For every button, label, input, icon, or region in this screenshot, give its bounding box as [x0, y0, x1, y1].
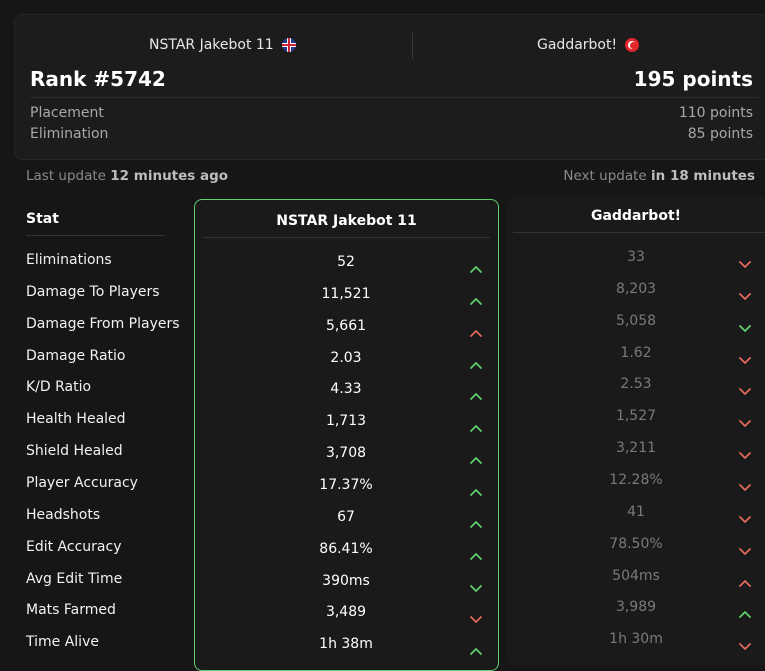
chevron-up-icon: [470, 482, 482, 496]
player2-stats-column: Gaddarbot! 33 8,203 5,058 1.62 2.53 1,527 3,21…: [507, 196, 765, 666]
player2-name: Gaddarbot!: [537, 37, 618, 53]
stat-label: Damage From Players: [26, 315, 180, 332]
player2-stat-value: 1h 30m: [609, 631, 663, 648]
chevron-down-icon: [739, 381, 751, 396]
player1-team: NSTAR Jakebot 11: [149, 37, 296, 53]
chevron-up-icon: [470, 259, 482, 273]
chevron-down-icon: [739, 445, 751, 459]
last-update-value: 12 minutes ago: [110, 168, 229, 184]
player1-stat-value: 3,489: [325, 604, 367, 621]
stat-label: Avg Edit Time: [26, 570, 123, 587]
stat-label: Mats Farmed: [26, 602, 116, 619]
player1-column-title: NSTAR Jakebot 11: [276, 213, 417, 229]
turkey-flag-icon: [625, 38, 640, 52]
player1-stat-value: 390ms: [322, 572, 370, 589]
chevron-up-icon: [470, 386, 482, 401]
next-update-prefix: Next update: [563, 168, 651, 184]
chevron-down-icon: [739, 350, 751, 364]
chevron-up-icon: [470, 355, 482, 369]
rank-label: Rank #5742: [30, 67, 166, 91]
chevron-down-icon: [470, 609, 482, 624]
player1-stat-value: 52: [337, 254, 355, 270]
stat-label: Time Alive: [26, 634, 99, 651]
player2-team: Gaddarbot!: [537, 37, 640, 53]
player1-stat-value: 86.41%: [319, 540, 373, 557]
player1-stat-value: 3,708: [325, 445, 367, 462]
player1-stat-value: 17.37%: [319, 476, 373, 493]
chevron-down-icon: [739, 286, 751, 300]
player1-stat-value: 1,713: [325, 413, 367, 430]
stat-label: Edit Accuracy: [26, 538, 122, 555]
last-update: Last update 12 minutes ago: [26, 168, 228, 184]
next-update: Next update in 18 minutes: [563, 168, 755, 184]
stat-header-divider: [26, 235, 165, 236]
chevron-up-icon: [470, 450, 482, 464]
comparison-summary-card: NSTAR Jakebot 11 Gaddarbot! Rank #5742 1…: [14, 14, 765, 160]
stat-label: Health Healed: [26, 411, 126, 428]
chevron-down-icon: [739, 413, 751, 428]
stat-label: Eliminations: [26, 252, 112, 268]
placement-label: Placement: [30, 105, 104, 121]
stat-column-header: Stat: [26, 211, 59, 227]
chevron-up-icon: [470, 641, 482, 656]
player1-stat-value: 1h 38m: [319, 636, 373, 653]
chevron-down-icon: [739, 541, 751, 555]
player1-column-divider: [203, 237, 490, 238]
player2-stat-value: 3,989: [615, 599, 657, 616]
elimination-label: Elimination: [30, 126, 109, 142]
summary-divider: [30, 97, 759, 98]
chevron-down-icon: [739, 509, 751, 523]
placement-value: 110 points: [678, 105, 753, 121]
stat-label: K/D Ratio: [26, 379, 92, 396]
stat-label: Player Accuracy: [26, 474, 138, 491]
player2-stat-value: 1,527: [615, 408, 657, 425]
player2-stat-value: 12.28%: [609, 471, 663, 488]
player1-stat-value: 5,661: [325, 317, 367, 334]
team-divider: [412, 33, 413, 59]
chevron-down-icon: [739, 636, 751, 651]
chevron-up-icon: [739, 604, 751, 619]
stat-label: Damage Ratio: [26, 347, 126, 364]
placement-row: Placement 110 points: [30, 105, 753, 121]
player2-column-title: Gaddarbot!: [590, 208, 682, 224]
player2-column-divider: [513, 232, 765, 233]
player1-stats-column: NSTAR Jakebot 11 52 11,521 5,661 2.03 4.33 1,…: [194, 199, 499, 671]
elimination-row: Elimination 85 points: [30, 126, 753, 142]
chevron-down-icon: [739, 318, 751, 332]
next-update-value: in 18 minutes: [651, 168, 755, 184]
chevron-up-icon: [470, 514, 482, 528]
player2-stat-value: 8,203: [615, 280, 657, 297]
player2-stat-value: 5,058: [615, 312, 657, 329]
player2-stat-value: 2.53: [620, 376, 652, 393]
last-update-prefix: Last update: [26, 168, 111, 184]
total-points: 195 points: [633, 67, 753, 91]
stat-label: Shield Healed: [26, 443, 123, 460]
chevron-down-icon: [739, 477, 751, 491]
chevron-down-icon: [470, 578, 482, 592]
player1-stat-value: 11,521: [321, 285, 371, 302]
chevron-up-icon: [739, 573, 751, 587]
player2-stat-value: 504ms: [612, 567, 660, 584]
player2-stat-value: 41: [627, 503, 645, 520]
chevron-down-icon: [739, 254, 751, 268]
player1-stat-value: 2.03: [330, 349, 362, 366]
stat-label: Headshots: [26, 506, 101, 523]
player2-stat-value: 33: [627, 249, 645, 265]
stat-label: Damage To Players: [26, 283, 160, 300]
chevron-up-icon: [470, 546, 482, 560]
elimination-value: 85 points: [687, 126, 753, 142]
chevron-up-icon: [470, 418, 482, 433]
chevron-up-icon: [470, 291, 482, 305]
player1-stat-value: 67: [337, 508, 355, 525]
player1-name: NSTAR Jakebot 11: [149, 37, 274, 53]
player2-stat-value: 78.50%: [609, 535, 663, 552]
player2-stat-value: 3,211: [615, 440, 657, 457]
player2-stat-value: 1.62: [620, 344, 652, 361]
uk-flag-icon: [281, 38, 296, 52]
player1-stat-value: 4.33: [330, 381, 362, 398]
chevron-up-icon: [470, 323, 482, 337]
